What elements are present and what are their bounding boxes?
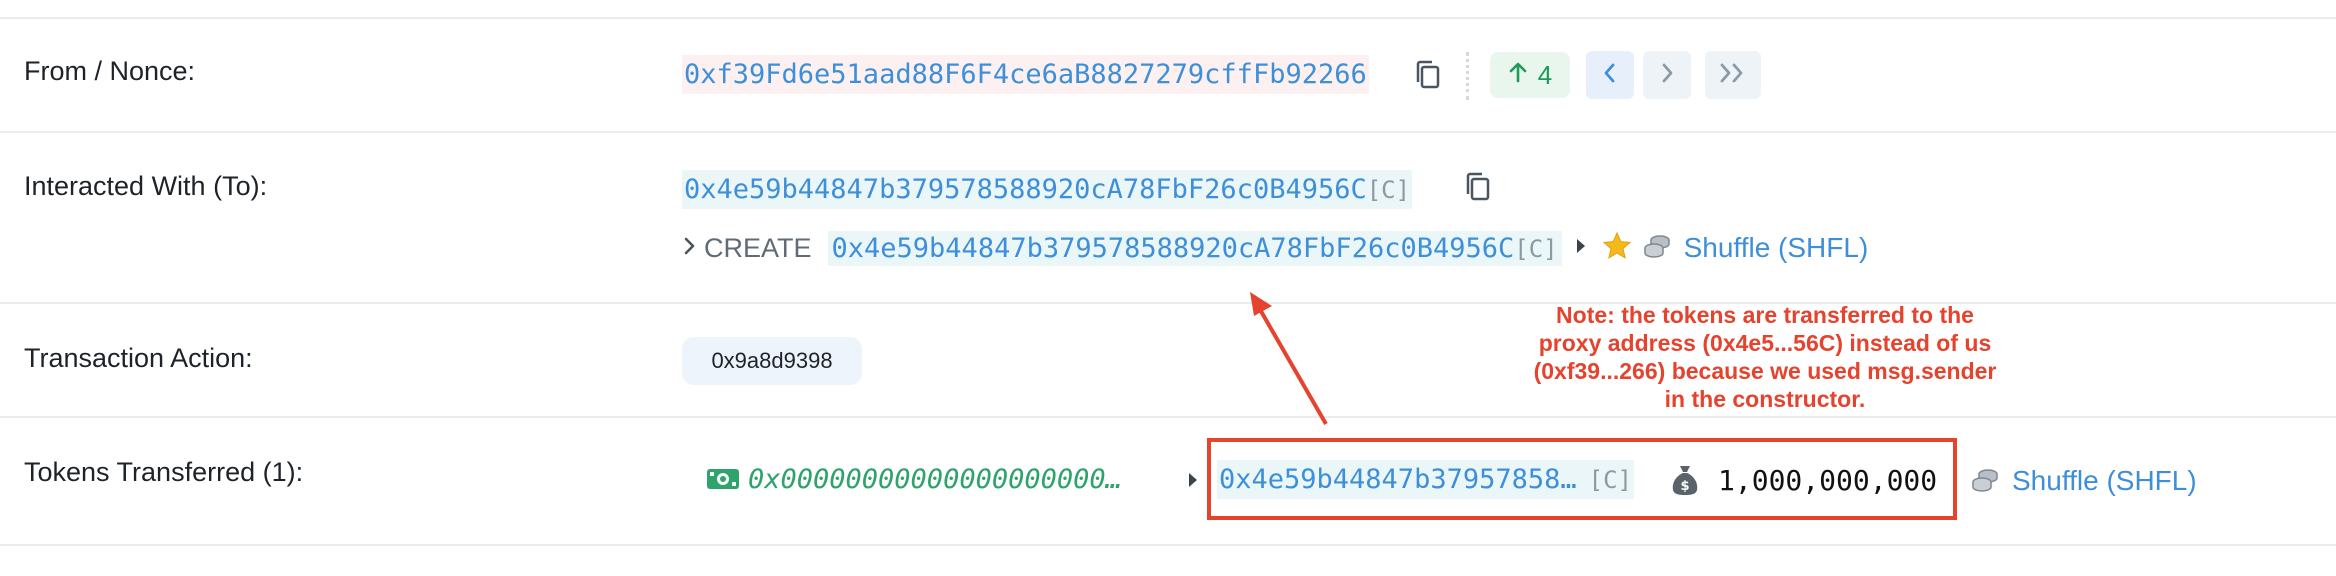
divider <box>1466 52 1469 100</box>
coins-icon <box>1970 465 2000 500</box>
annotation-line: Note: the tokens are transferred to the <box>1556 302 1974 328</box>
nonce-badge[interactable]: 4 <box>1490 52 1570 98</box>
interacted-with-label: Interacted With (To): <box>24 171 268 201</box>
contract-tag: [C] <box>1588 466 1632 494</box>
annotation-note: Note: the tokens are transferred to the … <box>1505 301 2025 413</box>
triangle-right-icon <box>1186 469 1200 496</box>
annotation-line: (0xf39...266) because we used msg.sender <box>1533 358 1997 384</box>
arrow-up-icon <box>1508 60 1528 91</box>
coins-icon <box>1642 231 1672 266</box>
token-amount: 1,000,000,000 <box>1718 464 1938 497</box>
to-address-text[interactable]: 0x4e59b44847b379578588920cA78FbF26c0B495… <box>684 174 1367 205</box>
copy-icon[interactable] <box>1463 170 1495 206</box>
from-address-link[interactable]: 0xf39Fd6e51aad88F6F4ce6aB8827279cffFb922… <box>682 55 1369 94</box>
to-address-link[interactable]: 0x4e59b44847b379578588920cA78FbF26c0B495… <box>682 170 1413 209</box>
create-label: CREATE <box>704 232 812 263</box>
annotation-arrow <box>1250 292 1328 425</box>
token-to-address-text[interactable]: 0x4e59b44847b37957858… <box>1219 464 1577 495</box>
money-bag-icon: $ <box>1670 463 1700 502</box>
contract-tag: [C] <box>1514 234 1558 263</box>
annotation-line: proxy address (0x4e5...56C) instead of u… <box>1538 330 1992 356</box>
row-divider <box>0 544 2336 546</box>
double-chevron-right-icon <box>1717 61 1749 90</box>
method-id-badge: 0x9a8d9398 <box>682 337 862 385</box>
tokens-transferred-label: Tokens Transferred (1): <box>24 457 304 487</box>
row-divider <box>0 416 2336 418</box>
token-link[interactable]: Shuffle (SHFL) <box>2012 465 2197 497</box>
create-address-link[interactable]: 0x4e59b44847b379578588920cA78FbF26c0B495… <box>827 230 1562 266</box>
row-divider <box>0 131 2336 133</box>
annotation-line: in the constructor. <box>1664 386 1866 412</box>
chevron-left-icon <box>1600 61 1620 90</box>
svg-text:$: $ <box>1680 479 1689 494</box>
chevron-right-small-icon[interactable] <box>682 234 698 263</box>
last-nonce-button[interactable] <box>1705 51 1761 99</box>
cash-icon <box>706 466 740 497</box>
nonce-value: 4 <box>1537 59 1553 90</box>
token-from-address-link[interactable]: 0x00000000000000000000… <box>748 464 1122 495</box>
create-trace-row: CREATE 0x4e59b44847b379578588920cA78FbF2… <box>682 228 1868 268</box>
next-nonce-button[interactable] <box>1643 51 1691 99</box>
prev-nonce-button[interactable] <box>1586 51 1634 99</box>
chevron-right-icon <box>1657 61 1677 90</box>
triangle-right-icon <box>1574 235 1588 262</box>
row-divider <box>0 17 2336 19</box>
copy-icon[interactable] <box>1413 58 1445 94</box>
token-to-address-link[interactable]: 0x4e59b44847b37957858… [C] <box>1217 460 1634 499</box>
star-icon[interactable] <box>1602 231 1632 266</box>
create-address-text[interactable]: 0x4e59b44847b379578588920cA78FbF26c0B495… <box>832 233 1515 264</box>
token-link[interactable]: Shuffle (SHFL) <box>1684 232 1869 264</box>
contract-tag: [C] <box>1366 176 1411 204</box>
from-nonce-label: From / Nonce: <box>24 56 196 86</box>
transaction-action-label: Transaction Action: <box>24 343 253 373</box>
